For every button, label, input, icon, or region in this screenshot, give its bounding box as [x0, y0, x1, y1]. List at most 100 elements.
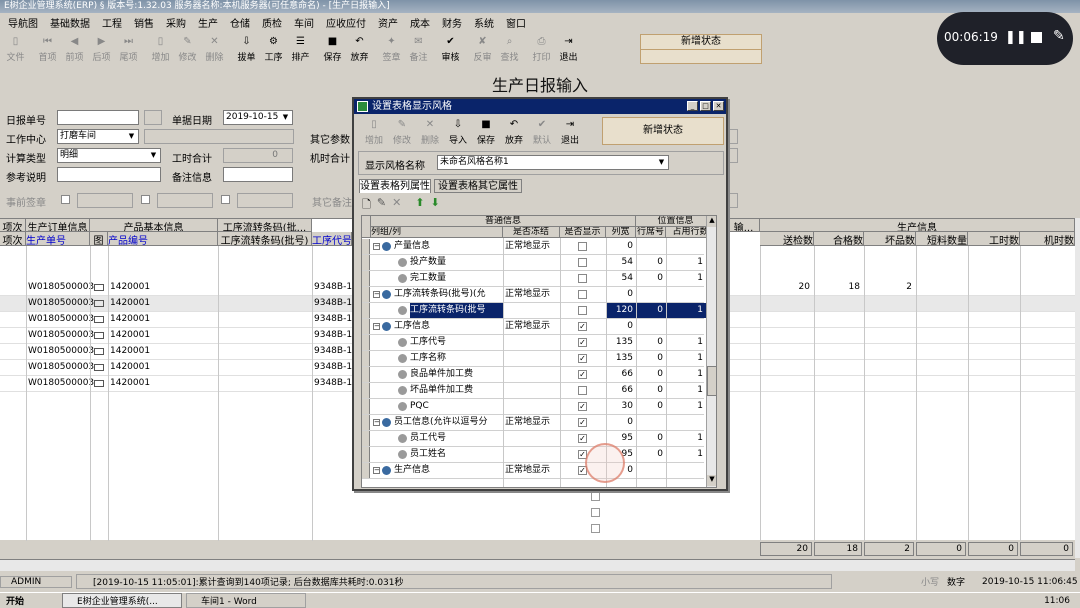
doc-no-button[interactable]: [144, 110, 162, 125]
dialog-import-button[interactable]: ⇩ 导入: [444, 116, 472, 150]
column-tree-table[interactable]: 普通信息 位置信息 列组/列 是否冻结 是否显示 列宽 行席号 占用行数 ▲ ▼…: [361, 215, 717, 488]
tree-row-rownum[interactable]: [636, 287, 666, 302]
grid-checkbox[interactable]: [591, 508, 600, 517]
tree-row[interactable]: − 工序流转条码(批号)(允 正常地显示 0: [362, 287, 704, 303]
collapse-icon[interactable]: −: [373, 467, 380, 474]
tree-row[interactable]: 投产数量 54 0 1: [362, 255, 704, 271]
chevron-down-icon[interactable]: ▼: [280, 112, 291, 123]
tree-row-width[interactable]: 54: [606, 271, 636, 286]
shown-checkbox[interactable]: [578, 274, 587, 283]
shown-checkbox[interactable]: [578, 386, 587, 395]
tree-row-span[interactable]: [666, 319, 706, 334]
tree-row-width[interactable]: 66: [606, 383, 636, 398]
tree-row-span[interactable]: [666, 287, 706, 302]
start-button[interactable]: 开始: [0, 594, 30, 607]
tree-row[interactable]: − 生产信息 正常地显示 ✓ 0: [362, 463, 704, 479]
tree-row-span[interactable]: 1: [666, 335, 706, 350]
menu-item-12[interactable]: 财务: [436, 15, 468, 30]
collapse-icon[interactable]: −: [373, 291, 380, 298]
tree-row[interactable]: − 员工信息(允许以逗号分 正常地显示 ✓ 0: [362, 415, 704, 431]
tree-row[interactable]: PQC ✓ 30 0 1: [362, 399, 704, 415]
tree-row-width[interactable]: 66: [606, 367, 636, 382]
ref-input[interactable]: [57, 167, 161, 182]
toolbar-prev-button[interactable]: ◀ 前项: [61, 33, 88, 67]
horizontal-scrollbar[interactable]: [0, 559, 1075, 571]
menu-item-11[interactable]: 成本: [404, 15, 436, 30]
arrow-up-icon[interactable]: ⬆: [415, 196, 424, 212]
toolbar-schedule-button[interactable]: ☰ 排产: [287, 33, 314, 67]
tree-row-span[interactable]: [666, 239, 706, 254]
tree-row-width[interactable]: 135: [606, 335, 636, 350]
toolbar-undo-button[interactable]: ↶ 放弃: [346, 33, 373, 67]
calc-type-select[interactable]: 明细 ▼: [57, 148, 161, 163]
dialog-edit-button[interactable]: ✎ 修改: [388, 116, 416, 150]
tree-row[interactable]: − 产量信息 正常地显示 0: [362, 239, 704, 255]
tree-row[interactable]: 员工代号 ✓ 95 0 1: [362, 431, 704, 447]
menu-item-6[interactable]: 仓储: [224, 15, 256, 30]
style-name-select[interactable]: 未命名风格名称1 ▼: [437, 155, 669, 170]
toolbar-exit-button[interactable]: ⇥ 退出: [555, 33, 582, 67]
shown-checkbox[interactable]: ✓: [578, 322, 587, 331]
toolbar-audit-button[interactable]: ✔ 审核: [437, 33, 464, 67]
toolbar-print-button[interactable]: ⎙ 打印: [528, 33, 555, 67]
tree-row-width[interactable]: 54: [606, 255, 636, 270]
dialog-undo-button[interactable]: ↶ 放弃: [500, 116, 528, 150]
pause-icon[interactable]: ❚❚: [1005, 30, 1027, 45]
tree-row[interactable]: 员工姓名 ✓ 95 0 1: [362, 447, 704, 463]
delete-icon[interactable]: ✕: [392, 196, 401, 212]
tab-column-props[interactable]: 设置表格列属性: [359, 179, 431, 193]
menu-item-0[interactable]: 导航图: [2, 15, 44, 30]
toolbar-save-button[interactable]: ■ 保存: [319, 33, 346, 67]
tree-row-span[interactable]: [666, 415, 706, 430]
toolbar-delete-button[interactable]: ✕ 删除: [201, 33, 228, 67]
arrow-down-icon[interactable]: ⬇: [431, 196, 440, 212]
shown-checkbox[interactable]: [578, 242, 587, 251]
tree-row-width[interactable]: 120: [606, 303, 636, 318]
tree-row-span[interactable]: 1: [666, 271, 706, 286]
tree-row-frozen[interactable]: 正常地显示: [505, 319, 550, 334]
shown-checkbox[interactable]: [578, 290, 587, 299]
tree-row[interactable]: 工序名称 ✓ 135 0 1: [362, 351, 704, 367]
tree-row-width[interactable]: 30: [606, 399, 636, 414]
tree-row-frozen[interactable]: 正常地显示: [505, 287, 550, 302]
shown-checkbox[interactable]: [578, 258, 587, 267]
toolbar-pull-button[interactable]: ⇩ 拔单: [233, 33, 260, 67]
dialog-save-button[interactable]: ■ 保存: [472, 116, 500, 150]
sign2-checkbox[interactable]: [141, 195, 150, 204]
menu-item-7[interactable]: 质检: [256, 15, 288, 30]
tree-row-span[interactable]: 1: [666, 399, 706, 414]
tab-other-props[interactable]: 设置表格其它属性: [434, 179, 522, 193]
chevron-down-icon[interactable]: ▼: [126, 131, 137, 142]
tree-scrollbar[interactable]: ▲ ▼: [706, 216, 716, 487]
toolbar-edit-button[interactable]: ✎ 修改: [174, 33, 201, 67]
remark-input[interactable]: [223, 167, 293, 182]
dialog-default-button[interactable]: ✔ 默认: [528, 116, 556, 150]
doc-no-input[interactable]: [57, 110, 139, 125]
dialog-exit-button[interactable]: ⇥ 退出: [556, 116, 584, 150]
tree-row-span[interactable]: 1: [666, 383, 706, 398]
tree-row-rownum[interactable]: 0: [636, 367, 666, 382]
tree-row-rownum[interactable]: 0: [636, 447, 666, 462]
shown-checkbox[interactable]: ✓: [578, 338, 587, 347]
scroll-up-icon[interactable]: ▲: [707, 216, 716, 227]
tree-row-span[interactable]: 1: [666, 431, 706, 446]
tree-row-span[interactable]: [666, 463, 706, 478]
toolbar-file-button[interactable]: ▯ 文件: [2, 33, 29, 67]
menu-item-9[interactable]: 应收应付: [320, 15, 372, 30]
grid-checkbox[interactable]: [591, 524, 600, 533]
tree-row-rownum[interactable]: 0: [636, 351, 666, 366]
tree-row-rownum[interactable]: 0: [636, 255, 666, 270]
doc-date-input[interactable]: 2019-10-15 ▼: [223, 110, 293, 125]
collapse-icon[interactable]: −: [373, 419, 380, 426]
taskbar-erp[interactable]: E树企业管理系统(...: [62, 593, 183, 608]
new-file-icon[interactable]: 🗋: [362, 196, 371, 212]
tree-row-span[interactable]: 1: [666, 447, 706, 462]
menu-item-13[interactable]: 系统: [468, 15, 500, 30]
work-center-select[interactable]: 打磨车间 ▼: [57, 129, 139, 144]
tree-row-width[interactable]: 0: [606, 415, 636, 430]
shown-checkbox[interactable]: ✓: [578, 418, 587, 427]
header-process-code[interactable]: 工序代号: [312, 232, 352, 246]
taskbar-word[interactable]: 车间1 - Word: [186, 593, 307, 608]
menu-item-4[interactable]: 采购: [160, 15, 192, 30]
tree-row-frozen[interactable]: 正常地显示: [505, 415, 550, 430]
